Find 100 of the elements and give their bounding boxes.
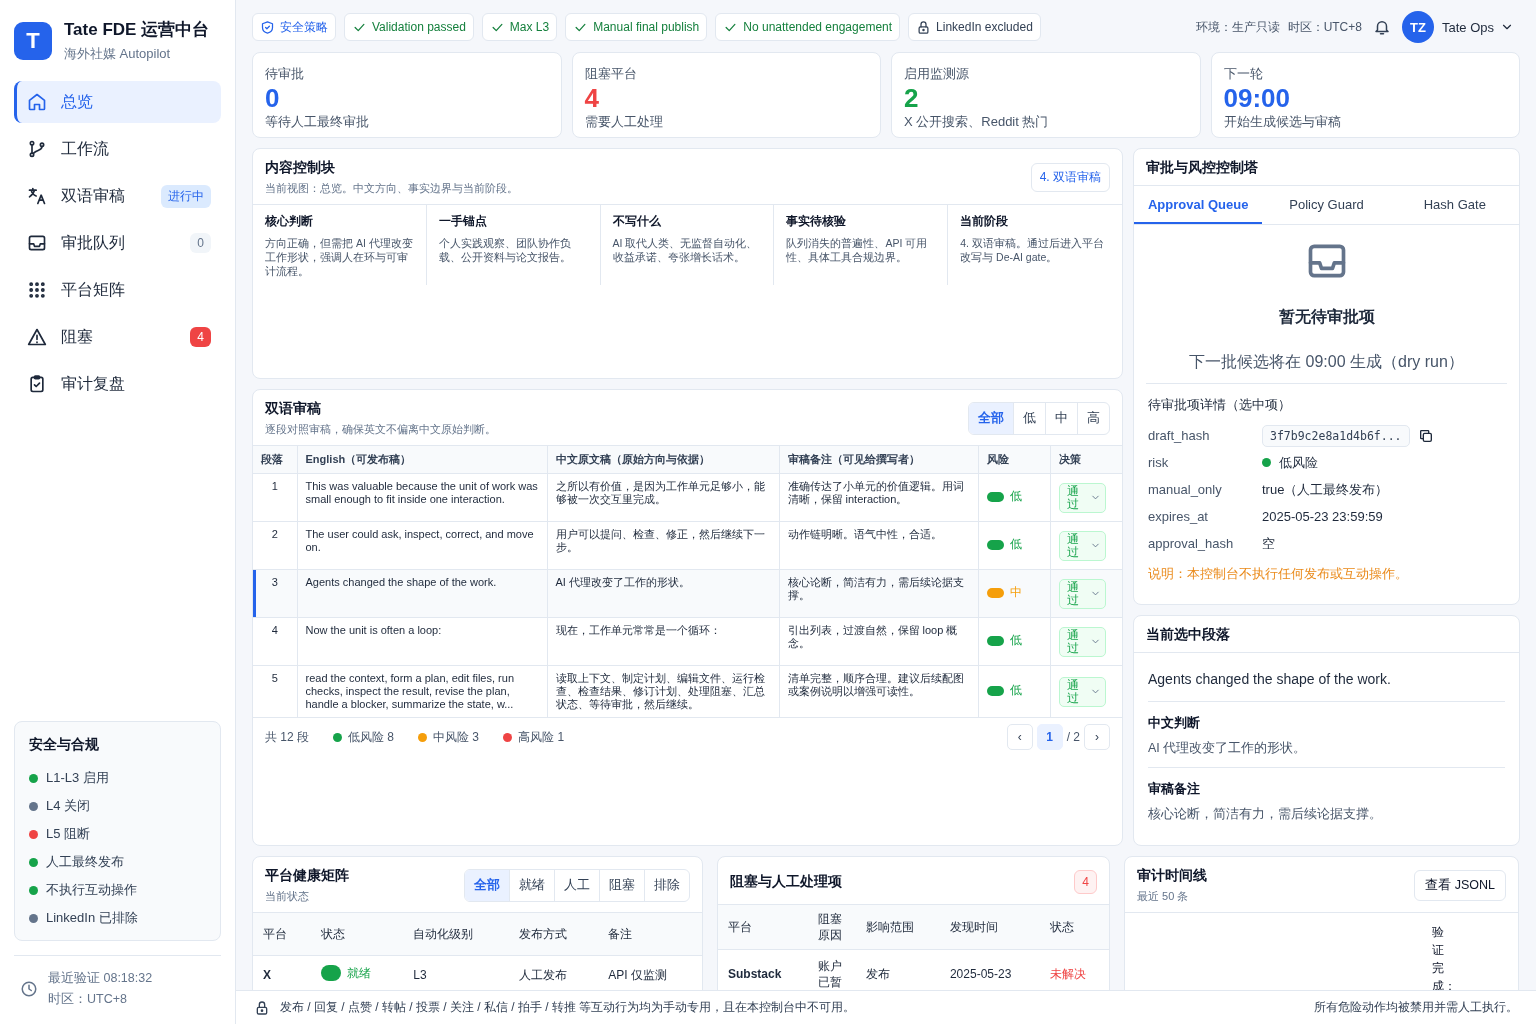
count-badge: 4 [1074, 869, 1097, 894]
user-menu[interactable]: Tate Ops [1441, 19, 1520, 35]
column-header: 影响范围 [856, 905, 940, 950]
filter-tab[interactable]: 阻塞 [600, 870, 645, 901]
tab[interactable]: Policy Guard [1262, 186, 1391, 224]
table-cell: Agents changed the shape of the work. [297, 569, 547, 618]
environment-text: 环境：生产只读 [1195, 18, 1280, 36]
cell-title: 不写什么 [612, 213, 662, 230]
stat-label: 阻塞平台 [584, 65, 638, 83]
table-cell: 账户已暂 [808, 949, 857, 998]
field-value: 低风险 [1279, 453, 1318, 472]
column-header: 审稿备注（可见给撰写者） [779, 446, 978, 474]
cell-text: 方向正确，但需把 AI 代理改变工作形状，强调人在环与可审计流程。 [265, 236, 414, 278]
nav-label[interactable]: 双语审稿 [61, 185, 147, 207]
nav-item[interactable]: 工作流 [14, 128, 221, 170]
tab[interactable]: Hash Gate [1390, 186, 1519, 224]
risk-count: 中风险 3 [433, 728, 480, 746]
nav-label[interactable]: 工作流 [61, 138, 211, 160]
table-cell: API 仅监测 [598, 955, 702, 995]
filter-tab[interactable]: 就绪 [510, 870, 555, 901]
copy-button[interactable] [1417, 427, 1434, 444]
nav-item[interactable]: 阻塞 4 [14, 316, 221, 358]
panel-title: 平台健康矩阵 [265, 867, 349, 885]
cell-text: 个人实践观察、团队协作负载、公开资料与论文报告。 [438, 236, 572, 264]
stat-note: 开始生成候选与审稿 [1223, 113, 1342, 131]
column-header: 发现时间 [939, 905, 1041, 950]
stat-label: 待审批 [265, 65, 305, 83]
section-title: 审稿备注 [1148, 780, 1201, 798]
branch-icon [27, 139, 47, 159]
section-title: 中文判断 [1148, 714, 1201, 732]
stat-value: 0 [265, 83, 281, 113]
stage-button[interactable]: 4. 双语审稿 [1030, 163, 1110, 192]
nav-label[interactable]: 平台矩阵 [61, 279, 211, 301]
table-cell: 引出列表，过渡自然，保留 loop 概念。 [779, 617, 978, 666]
nav-item[interactable]: 审批队列 0 [14, 222, 221, 264]
status-badge: 进行中 [161, 184, 211, 208]
panel-title: 审批与风控控制塔 [1146, 159, 1258, 177]
panel-title: 内容控制块 [265, 159, 336, 177]
table-cell: 人工发布 [508, 955, 599, 995]
nav-label[interactable]: 审计复盘 [61, 373, 211, 395]
stat-note: X 公开搜索、Reddit 热门 [904, 113, 1050, 131]
cell-title: 一手锚点 [438, 213, 488, 230]
column-header: 风险 [978, 446, 1050, 474]
nav-label[interactable]: 总览 [61, 91, 211, 113]
total-count: 共 12 段 [265, 728, 309, 746]
column-header: 自动化级别 [403, 913, 509, 955]
table-cell: AI 代理改变了工作的形状。 [547, 569, 779, 618]
chip-label: Validation passed [372, 20, 466, 34]
table-cell: 1 [253, 473, 297, 522]
grid-icon [27, 280, 47, 300]
nav-item[interactable]: 双语审稿 进行中 [14, 175, 221, 217]
stat-value: 09:00 [1223, 83, 1291, 113]
filter-tab[interactable]: 高 [1078, 403, 1109, 434]
filter-tab[interactable]: 人工 [555, 870, 600, 901]
chip-label: Manual final publish [593, 20, 700, 34]
page-button[interactable]: 1 [1036, 724, 1063, 750]
nav-item[interactable]: 总览 [14, 81, 221, 123]
lock-icon [916, 19, 932, 35]
stat-label: 下一轮 [1223, 65, 1264, 83]
next-page-button[interactable]: › [1084, 724, 1110, 750]
risk-indicator: 低 [986, 538, 1022, 552]
app-logo: T [14, 21, 52, 60]
compliance-item: LinkedIn 已排除 [46, 909, 138, 927]
timezone-text: 时区：UTC+8 [48, 991, 128, 1008]
nav-label[interactable]: 审批队列 [61, 232, 177, 254]
empty-note: 下一批候选将在 09:00 生成（dry run） [1189, 352, 1464, 372]
field-value: true（人工最终发布） [1262, 480, 1389, 499]
table-cell: 3 [253, 569, 297, 618]
cell-text: 4. 双语审稿。通过后进入平台改写与 De-AI gate。 [960, 236, 1105, 264]
page-total: / 2 [1066, 730, 1080, 744]
nav-label[interactable]: 阻塞 [61, 326, 177, 348]
previous-page-button[interactable]: ‹ [1006, 724, 1033, 750]
field-value: 空 [1262, 534, 1275, 553]
empty-title: 暂无待审批项 [1278, 307, 1375, 327]
risk-indicator: 低 [986, 634, 1022, 648]
table-cell: 读取上下文、制定计划、编辑文件、运行检查、检查结果、修订计划、处理阻塞、汇总状态、等待审批，然后继续。 [547, 665, 779, 718]
cell-text: 队列消失的普遍性、API 可用性、具体工具合规边界。 [786, 236, 929, 264]
view-jsonl-button[interactable]: 查看 JSONL [1414, 870, 1506, 901]
filter-tab[interactable]: 全部 [465, 870, 510, 901]
panel-subtitle: 当前状态 [265, 889, 310, 904]
filter-tab[interactable]: 全部 [969, 403, 1014, 434]
filter-tab[interactable]: 排除 [645, 870, 689, 901]
table-cell: 4 [253, 617, 297, 666]
filter-tab[interactable]: 中 [1046, 403, 1078, 434]
column-header: 平台 [253, 913, 311, 955]
table-cell: 现在，工作单元常常是一个循环： [547, 617, 779, 666]
filter-tab[interactable]: 低 [1014, 403, 1046, 434]
clipboard-icon [27, 374, 47, 394]
nav-item[interactable]: 平台矩阵 [14, 269, 221, 311]
panel-subtitle: 最近 50 条 [1137, 889, 1190, 904]
user-avatar[interactable]: TZ [1401, 11, 1434, 43]
tab[interactable]: Approval Queue [1134, 186, 1263, 224]
column-header: 状态 [1040, 905, 1109, 950]
column-header: 平台 [718, 905, 809, 950]
nav-item[interactable]: 审计复盘 [14, 363, 221, 405]
stat-note: 需要人工处理 [584, 113, 664, 131]
notice-text: 说明：本控制台不执行任何发布或互动操作。 [1148, 565, 1409, 583]
panel-title: 审计时间线 [1137, 867, 1207, 885]
home-icon [27, 92, 47, 112]
risk-count: 高风险 1 [518, 728, 565, 746]
